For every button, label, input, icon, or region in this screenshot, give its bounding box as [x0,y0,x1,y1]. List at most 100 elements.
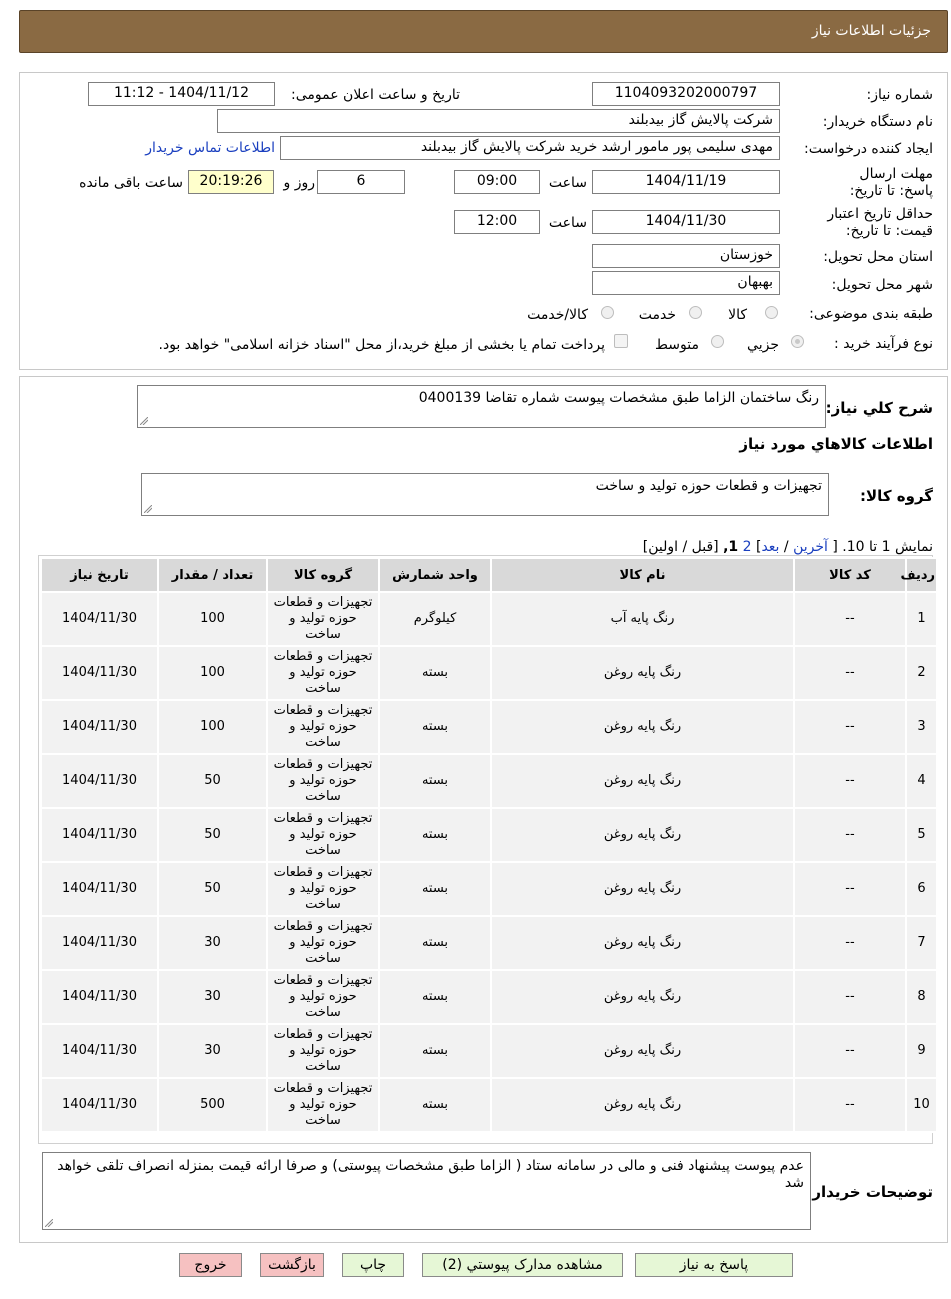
process-medium-radio[interactable] [711,335,724,348]
col-header-quantity: تعداد / مقدار [157,557,268,593]
cell-item-code: -- [793,969,907,1025]
cell-unit: بسته [378,699,492,755]
cell-quantity: 30 [157,915,268,971]
cell-group: تجهیزات و قطعات حوزه تولید و ساخت [266,645,380,701]
col-header-group: گروه کالا [266,557,380,593]
cell-item-name: رنگ پایه آب [490,591,795,647]
table-row: 4 -- رنگ پایه روغن بسته تجهیزات و قطعات حوزه… [40,753,938,809]
cell-item-code: -- [793,699,907,755]
cell-row-number: 6 [905,861,938,917]
cell-need-date: 1404/11/30 [40,753,159,809]
category-both-radio[interactable] [601,306,614,319]
cell-item-name: رنگ پایه روغن [490,1077,795,1133]
cell-item-name: رنگ پایه روغن [490,807,795,863]
cell-row-number: 3 [905,699,938,755]
cell-unit: کیلوگرم [378,591,492,647]
cell-group: تجهیزات و قطعات حوزه تولید و ساخت [266,1077,380,1133]
cell-unit: بسته [378,1023,492,1079]
requester-label: ایجاد کننده درخواست: [804,141,933,157]
announce-label: تاریخ و ساعت اعلان عمومی: [291,87,460,103]
cell-item-name: رنگ پایه روغن [490,753,795,809]
cell-quantity: 50 [157,861,268,917]
cell-row-number: 4 [905,753,938,809]
pagination-current-page: 1, [723,539,739,555]
deadline-date-field: 1404/11/19 [592,170,780,194]
validity-time-field: 12:00 [454,210,540,234]
category-service-label: خدمت [638,307,676,323]
pagination-last-link[interactable]: آخرين [793,539,828,555]
cell-group: تجهیزات و قطعات حوزه تولید و ساخت [266,591,380,647]
cell-unit: بسته [378,645,492,701]
buyer-notes-field: عدم پیوست پیشنهاد فنی و مالی در سامانه س… [42,1152,811,1230]
deadline-time-label: ساعت [548,175,587,191]
cell-item-name: رنگ پایه روغن [490,915,795,971]
category-goods-radio[interactable] [765,306,778,319]
deadline-label: مهلت ارسال پاسخ: تا تاریخ: [849,166,933,199]
cell-unit: بسته [378,969,492,1025]
cell-group: تجهیزات و قطعات حوزه تولید و ساخت [266,915,380,971]
cell-item-code: -- [793,753,907,809]
cell-item-name: رنگ پایه روغن [490,699,795,755]
buyer-notes-text: عدم پیوست پیشنهاد فنی و مالی در سامانه س… [57,1158,804,1191]
need-number-field: 1104093202000797 [592,82,780,106]
cell-item-code: -- [793,807,907,863]
table-row: 3 -- رنگ پایه روغن بسته تجهیزات و قطعات حوزه… [40,699,938,755]
goods-section-title: اطلاعات کالاهاي مورد نياز [739,435,933,453]
cell-need-date: 1404/11/30 [40,591,159,647]
pagination-prefix: نمایش 1 تا 10. [ [832,539,933,555]
col-header-item-name: نام کالا [490,557,795,593]
cell-row-number: 8 [905,969,938,1025]
back-button[interactable]: بازگشت [260,1253,324,1277]
pagination-sep: / [783,539,789,555]
goods-group-text: تجهیزات و قطعات حوزه تولید و ساخت [595,478,822,494]
requester-field: مهدی سلیمی پور مامور ارشد خرید شرکت پالا… [280,136,780,160]
cell-item-code: -- [793,915,907,971]
cell-group: تجهیزات و قطعات حوزه تولید و ساخت [266,1023,380,1079]
table-row: 2 -- رنگ پایه روغن بسته تجهیزات و قطعات حوزه… [40,645,938,701]
print-button[interactable]: چاپ [342,1253,404,1277]
view-attachments-button[interactable]: مشاهده مدارک پیوستي (2) [422,1253,623,1277]
resize-grip-icon[interactable] [45,1219,53,1227]
payment-note: پرداخت تمام یا بخشی از مبلغ خرید،از محل … [158,337,605,353]
cell-unit: بسته [378,861,492,917]
table-row: 10 -- رنگ پایه روغن بسته تجهیزات و قطعات حوز… [40,1077,938,1133]
summary-label: شرح کلي نياز: [825,399,933,417]
cell-item-code: -- [793,591,907,647]
cell-row-number: 5 [905,807,938,863]
cell-need-date: 1404/11/30 [40,861,159,917]
cell-unit: بسته [378,753,492,809]
category-goods-label: کالا [728,307,747,323]
goods-group-field: تجهیزات و قطعات حوزه تولید و ساخت [141,473,829,516]
pagination-page-2[interactable]: 2 [743,539,752,555]
treasury-checkbox[interactable] [614,334,628,348]
buyer-contact-link[interactable]: اطلاعات تماس خریدار [145,140,275,156]
process-minor-radio[interactable] [791,335,804,348]
table-row: 7 -- رنگ پایه روغن بسته تجهیزات و قطعات حوزه… [40,915,938,971]
reply-button[interactable]: پاسخ به نیاز [635,1253,793,1277]
deadline-time-field: 09:00 [454,170,540,194]
table-row: 8 -- رنگ پایه روغن بسته تجهیزات و قطعات حوزه… [40,969,938,1025]
cell-group: تجهیزات و قطعات حوزه تولید و ساخت [266,753,380,809]
cell-need-date: 1404/11/30 [40,1077,159,1133]
page-header: جزئیات اطلاعات نیاز [19,10,948,53]
table-header-row: رديف کد کالا نام کالا واحد شمارش گروه کا… [40,557,938,593]
cell-item-code: -- [793,1077,907,1133]
col-header-unit: واحد شمارش [378,557,492,593]
cell-need-date: 1404/11/30 [40,1023,159,1079]
pagination-next-link[interactable]: بعد [761,539,779,555]
cell-need-date: 1404/11/30 [40,807,159,863]
exit-button[interactable]: خروج [179,1253,242,1277]
resize-grip-icon[interactable] [144,505,152,513]
pagination-suffix: [قبل / اولين] [642,539,719,555]
cell-need-date: 1404/11/30 [40,915,159,971]
cell-row-number: 1 [905,591,938,647]
category-service-radio[interactable] [689,306,702,319]
days-label: روز و [283,175,316,191]
cell-item-name: رنگ پایه روغن [490,645,795,701]
cell-unit: بسته [378,1077,492,1133]
city-field: بهبهان [592,271,780,295]
goods-group-label: گروه کالا: [860,487,933,505]
validity-label: حداقل تاریخ اعتبار قیمت: تا تاریخ: [827,206,933,239]
resize-grip-icon[interactable] [140,417,148,425]
remaining-time-field: 20:19:26 [188,170,274,194]
